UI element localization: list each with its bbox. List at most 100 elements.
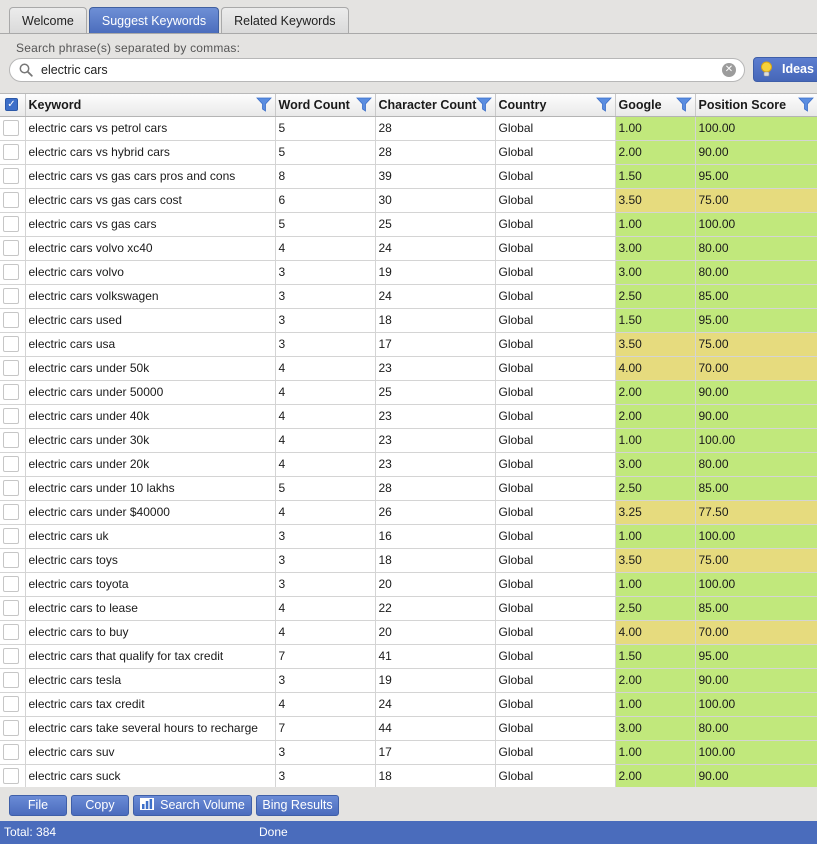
table-row[interactable]: electric cars toys 3 18 Global 3.50 75.00 [0, 548, 817, 573]
row-checkbox-cell[interactable] [0, 548, 26, 573]
table-row[interactable]: electric cars vs hybrid cars 5 28 Global 2.0… [0, 140, 817, 165]
row-checkbox[interactable] [3, 720, 19, 736]
table-row[interactable]: electric cars toyota 3 20 Global 1.00 100.00 [0, 572, 817, 597]
filter-icon[interactable] [355, 97, 372, 112]
table-row[interactable]: electric cars vs petrol cars 5 28 Global 1.0… [0, 116, 817, 141]
filter-icon[interactable] [595, 97, 612, 112]
row-checkbox[interactable] [3, 648, 19, 664]
table-row[interactable]: electric cars under 50k 4 23 Global 4.00 70.0… [0, 356, 817, 381]
row-checkbox[interactable] [3, 696, 19, 712]
row-checkbox[interactable] [3, 744, 19, 760]
row-checkbox-cell[interactable] [0, 356, 26, 381]
row-checkbox[interactable] [3, 456, 19, 472]
table-row[interactable]: electric cars under $40000 4 26 Global 3.25 7… [0, 500, 817, 525]
row-checkbox[interactable] [3, 288, 19, 304]
row-checkbox[interactable] [3, 624, 19, 640]
table-row[interactable]: electric cars suck 3 18 Global 2.00 90.00 [0, 764, 817, 787]
ideas-button[interactable]: Ideas [753, 57, 817, 82]
row-checkbox-cell[interactable] [0, 692, 26, 717]
table-row[interactable]: electric cars volkswagen 3 24 Global 2.50 85.… [0, 284, 817, 309]
table-row[interactable]: electric cars under 30k 4 23 Global 1.00 100.… [0, 428, 817, 453]
table-row[interactable]: electric cars take several hours to rech… [0, 716, 817, 741]
search-volume-button[interactable]: Search Volume [133, 795, 252, 816]
row-checkbox-cell[interactable] [0, 716, 26, 741]
row-checkbox-cell[interactable] [0, 212, 26, 237]
row-checkbox-cell[interactable] [0, 428, 26, 453]
table-row[interactable]: electric cars under 10 lakhs 5 28 Global 2.5… [0, 476, 817, 501]
row-checkbox[interactable] [3, 768, 19, 784]
row-checkbox-cell[interactable] [0, 116, 26, 141]
row-checkbox[interactable] [3, 528, 19, 544]
table-row[interactable]: electric cars used 3 18 Global 1.50 95.00 [0, 308, 817, 333]
row-checkbox-cell[interactable] [0, 236, 26, 261]
select-all-header[interactable]: ✓ [0, 94, 26, 117]
table-row[interactable]: electric cars tax credit 4 24 Global 1.00 100… [0, 692, 817, 717]
select-all-checkbox[interactable]: ✓ [5, 98, 18, 112]
row-checkbox[interactable] [3, 216, 19, 232]
row-checkbox[interactable] [3, 120, 19, 136]
row-checkbox[interactable] [3, 144, 19, 160]
table-row[interactable]: electric cars under 50000 4 25 Global 2.00 90… [0, 380, 817, 405]
clear-icon[interactable]: ✕ [722, 63, 736, 77]
filter-icon[interactable] [255, 97, 272, 112]
table-row[interactable]: electric cars suv 3 17 Global 1.00 100.00 [0, 740, 817, 765]
table-row[interactable]: electric cars volvo xc40 4 24 Global 3.00 80.… [0, 236, 817, 261]
tab-suggest-keywords[interactable]: Suggest Keywords [88, 7, 220, 34]
row-checkbox-cell[interactable] [0, 524, 26, 549]
table-row[interactable]: electric cars usa 3 17 Global 3.50 75.00 [0, 332, 817, 357]
row-checkbox[interactable] [3, 360, 19, 376]
table-row[interactable]: electric cars tesla 3 19 Global 2.00 90.00 [0, 668, 817, 693]
row-checkbox-cell[interactable] [0, 308, 26, 333]
row-checkbox-cell[interactable] [0, 476, 26, 501]
row-checkbox[interactable] [3, 552, 19, 568]
row-checkbox-cell[interactable] [0, 140, 26, 165]
search-input[interactable] [41, 61, 711, 79]
row-checkbox-cell[interactable] [0, 764, 26, 787]
row-checkbox-cell[interactable] [0, 572, 26, 597]
row-checkbox-cell[interactable] [0, 164, 26, 189]
row-checkbox[interactable] [3, 600, 19, 616]
row-checkbox[interactable] [3, 168, 19, 184]
row-checkbox[interactable] [3, 384, 19, 400]
table-row[interactable]: electric cars to lease 4 22 Global 2.50 85.00 [0, 596, 817, 621]
keyword-grid[interactable]: ✓ Keyword Word Count Character Count Cou… [0, 93, 817, 787]
row-checkbox[interactable] [3, 504, 19, 520]
column-header-google[interactable]: Google [615, 94, 696, 117]
row-checkbox[interactable] [3, 312, 19, 328]
column-header-character-count[interactable]: Character Count [375, 94, 496, 117]
column-header-keyword[interactable]: Keyword [25, 94, 276, 117]
filter-icon[interactable] [475, 97, 492, 112]
table-row[interactable]: electric cars vs gas cars pros and cons 8… [0, 164, 817, 189]
row-checkbox-cell[interactable] [0, 500, 26, 525]
column-header-country[interactable]: Country [495, 94, 616, 117]
row-checkbox-cell[interactable] [0, 380, 26, 405]
row-checkbox[interactable] [3, 192, 19, 208]
filter-icon[interactable] [675, 97, 692, 112]
table-row[interactable]: electric cars uk 3 16 Global 1.00 100.00 [0, 524, 817, 549]
table-row[interactable]: electric cars volvo 3 19 Global 3.00 80.00 [0, 260, 817, 285]
row-checkbox[interactable] [3, 672, 19, 688]
row-checkbox-cell[interactable] [0, 668, 26, 693]
tab-related-keywords[interactable]: Related Keywords [221, 7, 349, 34]
column-header-word-count[interactable]: Word Count [275, 94, 376, 117]
table-row[interactable]: electric cars vs gas cars 5 25 Global 1.00 10… [0, 212, 817, 237]
row-checkbox[interactable] [3, 576, 19, 592]
row-checkbox-cell[interactable] [0, 740, 26, 765]
copy-button[interactable]: Copy [71, 795, 129, 816]
file-button[interactable]: File [9, 795, 67, 816]
column-header-position-score[interactable]: Position Score [695, 94, 817, 117]
table-row[interactable]: electric cars to buy 4 20 Global 4.00 70.00 [0, 620, 817, 645]
row-checkbox[interactable] [3, 432, 19, 448]
row-checkbox[interactable] [3, 336, 19, 352]
row-checkbox[interactable] [3, 264, 19, 280]
tab-welcome[interactable]: Welcome [9, 7, 87, 34]
row-checkbox-cell[interactable] [0, 452, 26, 477]
row-checkbox-cell[interactable] [0, 332, 26, 357]
filter-icon[interactable] [797, 97, 814, 112]
table-row[interactable]: electric cars under 40k 4 23 Global 2.00 90.0… [0, 404, 817, 429]
search-box[interactable]: ✕ [9, 58, 745, 82]
row-checkbox[interactable] [3, 240, 19, 256]
row-checkbox-cell[interactable] [0, 644, 26, 669]
table-row[interactable]: electric cars that qualify for tax credi… [0, 644, 817, 669]
row-checkbox[interactable] [3, 408, 19, 424]
